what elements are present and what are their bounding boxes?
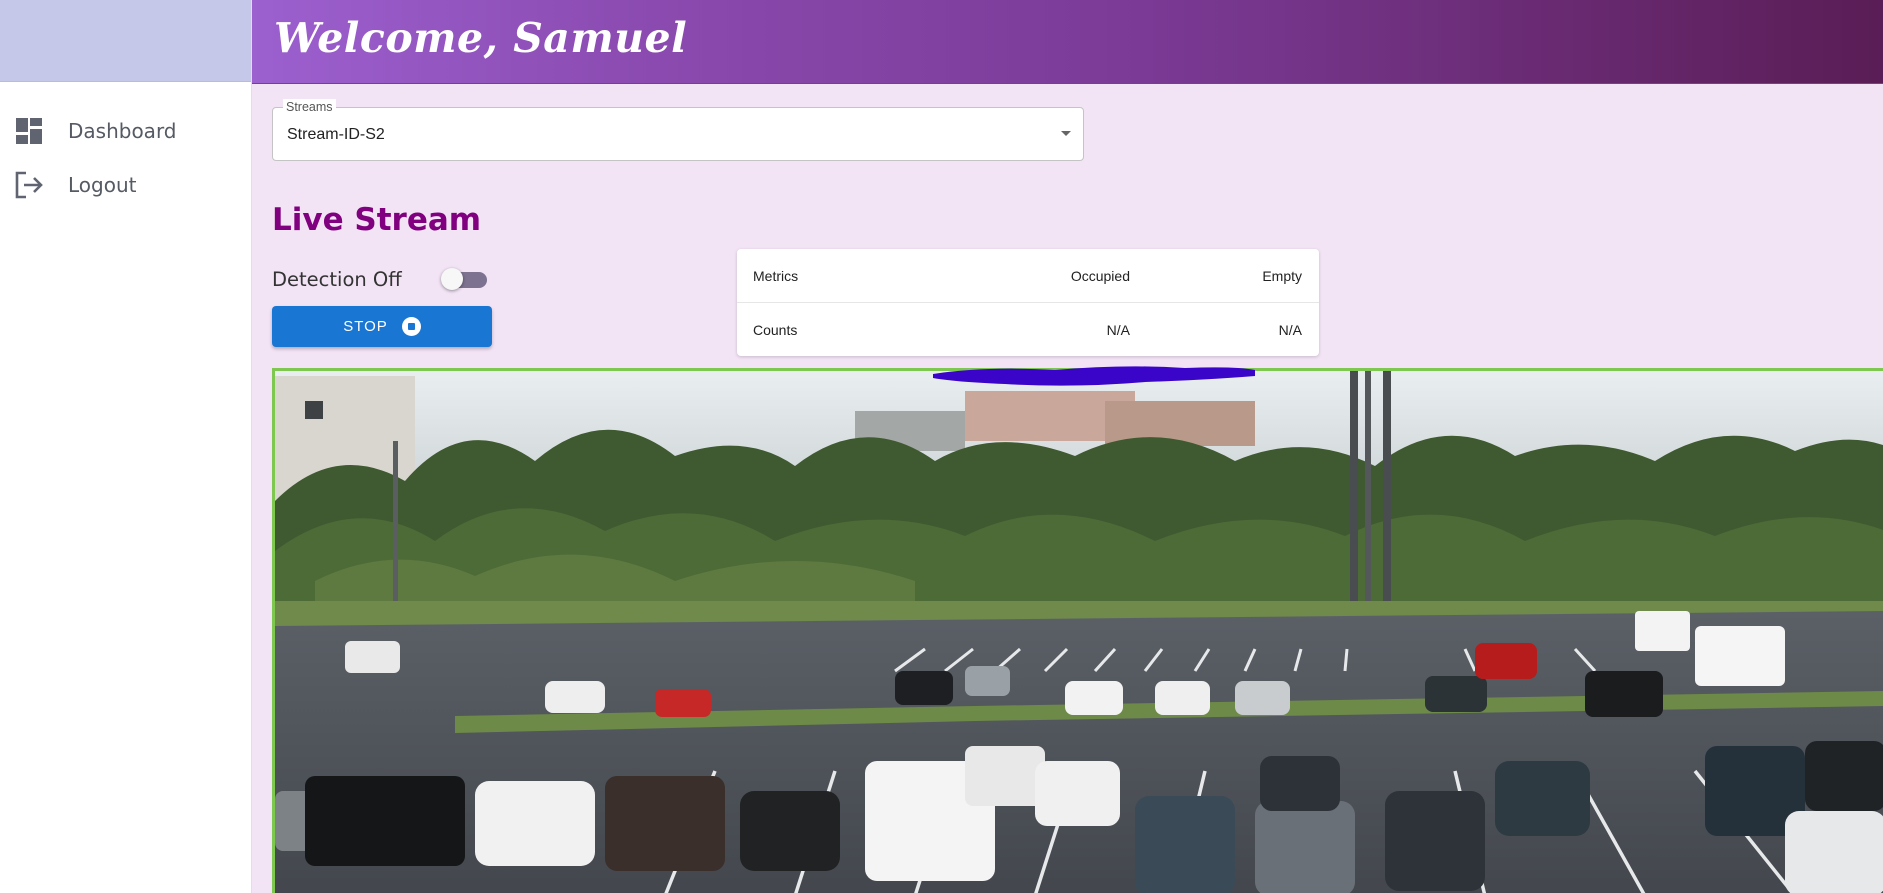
logout-icon [15,171,43,199]
live-video-feed[interactable] [272,368,1883,893]
sidebar-item-dashboard[interactable]: Dashboard [0,108,252,154]
redaction-scribble [933,366,1255,386]
column-header-occupied: Occupied [1070,268,1130,284]
streams-selected-value: Stream-ID-S2 [287,126,385,143]
detection-toggle[interactable] [441,266,489,292]
occupied-count: N/A [1106,322,1130,338]
metrics-table: Metrics Occupied Empty Counts N/A N/A [737,249,1319,356]
dashboard-icon [16,118,42,144]
streams-label: Streams [283,99,336,115]
stop-button[interactable]: STOP [272,306,492,347]
live-stream-title: Live Stream [272,202,482,238]
streams-select[interactable]: Streams Stream-ID-S2 [272,99,1084,161]
row-label-counts: Counts [753,322,798,338]
detection-label: Detection Off [272,268,402,291]
app-header: Welcome, Samuel [252,0,1883,84]
chevron-down-icon[interactable] [1061,131,1071,136]
table-row: Counts N/A N/A [737,303,1319,357]
column-header-empty: Empty [1262,268,1302,284]
stop-icon [401,317,421,336]
sidebar: Dashboard Logout [0,0,252,893]
sidebar-item-label: Logout [68,173,137,197]
table-header-row: Metrics Occupied Empty [737,249,1319,303]
stop-button-label: STOP [343,318,388,335]
welcome-title: Welcome, Samuel [274,14,688,62]
empty-count: N/A [1278,322,1302,338]
parking-lot-image [275,371,1883,893]
sidebar-header [0,0,251,82]
column-header-metrics: Metrics [753,268,799,284]
sidebar-item-logout[interactable]: Logout [0,162,252,208]
toggle-thumb[interactable] [441,268,463,290]
sidebar-item-label: Dashboard [68,119,177,143]
